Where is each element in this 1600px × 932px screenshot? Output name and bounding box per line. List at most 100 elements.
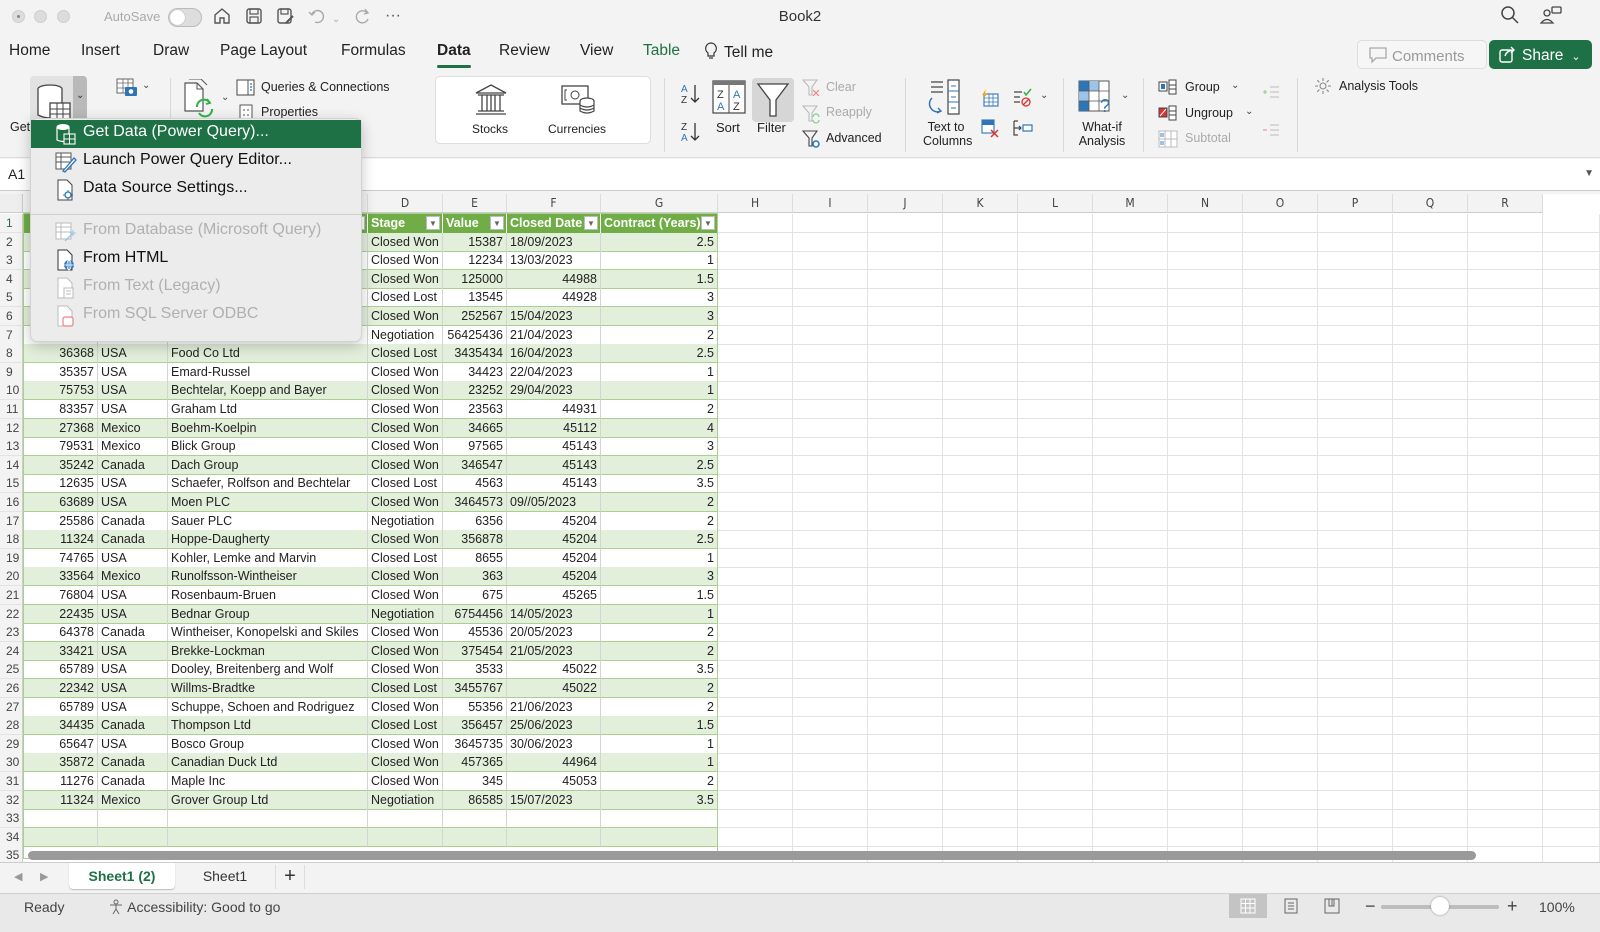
empty-cell[interactable] (1168, 381, 1243, 401)
cell-c[interactable]: Kohler, Lemke and Marvin (168, 548, 368, 568)
row-header[interactable]: 34 (0, 827, 23, 847)
empty-cell[interactable] (1468, 325, 1543, 345)
empty-cell[interactable] (1468, 530, 1543, 550)
cell-contract[interactable]: 1 (601, 381, 718, 401)
text-to-columns-icon[interactable] (923, 78, 963, 123)
cell-a[interactable]: 11324 (23, 530, 98, 550)
empty-cell[interactable] (1318, 325, 1393, 345)
cell-b[interactable]: USA (98, 660, 168, 680)
empty-cell[interactable] (1468, 734, 1543, 754)
empty-cell[interactable] (943, 269, 1018, 289)
empty-cell[interactable] (1243, 660, 1318, 680)
sheet-tab-sheet1[interactable]: Sheet1 (180, 863, 270, 889)
empty-cell[interactable] (1243, 269, 1318, 289)
empty-cell[interactable] (943, 679, 1018, 698)
empty-cell[interactable] (1468, 344, 1543, 364)
cell-value[interactable]: 23252 (443, 381, 507, 401)
what-if-dropdown-icon[interactable]: ⌄ (1121, 90, 1129, 101)
empty-cell[interactable] (793, 567, 868, 587)
stocks-button[interactable]: Stocks (472, 122, 508, 136)
cell-date[interactable]: 45022 (507, 679, 601, 698)
cell-contract[interactable]: 1 (601, 548, 718, 568)
cell-value[interactable]: 6356 (443, 511, 507, 531)
cell-stage[interactable]: Closed Won (368, 772, 443, 791)
empty-cell[interactable] (1468, 772, 1543, 791)
empty-cell[interactable] (1543, 623, 1600, 643)
empty-cell[interactable] (1393, 251, 1468, 271)
cell-c[interactable]: Brekke-Lockman (168, 641, 368, 661)
empty-cell[interactable] (1018, 214, 1093, 233)
cell-date[interactable]: 15/04/2023 (507, 307, 601, 326)
cell-b[interactable]: Canada (98, 716, 168, 736)
empty-cell[interactable] (1393, 716, 1468, 736)
column-header-g[interactable]: G (601, 194, 718, 213)
empty-cell[interactable] (1243, 437, 1318, 457)
empty-cell[interactable] (1018, 269, 1093, 289)
empty-cell[interactable] (1243, 214, 1318, 233)
cell-contract[interactable]: 2 (601, 697, 718, 717)
subtotal-button[interactable]: Subtotal (1185, 131, 1231, 145)
cell-value[interactable]: 6754456 (443, 604, 507, 624)
empty-cell[interactable] (793, 437, 868, 457)
cell-date[interactable]: 30/06/2023 (507, 734, 601, 754)
empty-cell[interactable] (793, 474, 868, 494)
empty-cell[interactable] (1393, 493, 1468, 512)
empty-cell[interactable] (1318, 214, 1393, 233)
empty-cell[interactable] (943, 381, 1018, 401)
empty-cell[interactable] (943, 325, 1018, 345)
empty-cell[interactable] (1318, 269, 1393, 289)
empty-cell[interactable] (793, 827, 868, 847)
empty-cell[interactable] (1543, 790, 1600, 810)
empty-cell[interactable] (1093, 716, 1168, 736)
empty-cell[interactable] (1318, 753, 1393, 773)
row-header[interactable]: 3 (0, 251, 23, 271)
empty-cell[interactable] (868, 269, 943, 289)
cell-c[interactable]: Schaefer, Rolfson and Bechtelar (168, 474, 368, 494)
cell-c[interactable] (168, 827, 368, 847)
empty-cell[interactable] (1093, 567, 1168, 587)
empty-cell[interactable] (1018, 827, 1093, 847)
cell-a[interactable]: 65789 (23, 697, 98, 717)
currencies-icon[interactable] (560, 83, 596, 120)
empty-cell[interactable] (1168, 269, 1243, 289)
empty-cell[interactable] (943, 288, 1018, 308)
empty-cell[interactable] (1393, 604, 1468, 624)
cell-date[interactable]: 14/05/2023 (507, 604, 601, 624)
empty-cell[interactable] (1393, 567, 1468, 587)
empty-cell[interactable] (943, 455, 1018, 475)
empty-cell[interactable] (793, 623, 868, 643)
cell-value[interactable]: 457365 (443, 753, 507, 773)
empty-cell[interactable] (943, 530, 1018, 550)
empty-cell[interactable] (1168, 734, 1243, 754)
cell-date[interactable]: 44964 (507, 753, 601, 773)
empty-cell[interactable] (868, 288, 943, 308)
sort-ascending-icon[interactable]: AZ (680, 82, 702, 111)
empty-cell[interactable] (1318, 493, 1393, 512)
empty-cell[interactable] (1093, 548, 1168, 568)
column-header-n[interactable]: N (1168, 194, 1243, 213)
cell-date[interactable]: 21/05/2023 (507, 641, 601, 661)
cell-c[interactable]: Blick Group (168, 437, 368, 457)
row-header[interactable]: 14 (0, 455, 23, 475)
empty-cell[interactable] (1393, 679, 1468, 698)
tab-formulas[interactable]: Formulas (341, 42, 406, 60)
empty-cell[interactable] (868, 251, 943, 271)
empty-cell[interactable] (943, 474, 1018, 494)
cell-stage[interactable]: Closed Won (368, 362, 443, 382)
empty-cell[interactable] (1093, 381, 1168, 401)
cell-contract[interactable]: 1 (601, 362, 718, 382)
empty-cell[interactable] (793, 548, 868, 568)
empty-cell[interactable] (1318, 548, 1393, 568)
empty-cell[interactable] (1318, 623, 1393, 643)
empty-cell[interactable] (793, 344, 868, 364)
empty-cell[interactable] (718, 418, 793, 438)
empty-cell[interactable] (943, 772, 1018, 791)
cell-date[interactable]: 16/04/2023 (507, 344, 601, 364)
empty-cell[interactable] (1018, 474, 1093, 494)
empty-cell[interactable] (1018, 548, 1093, 568)
add-sheet-button[interactable]: + (275, 865, 305, 889)
empty-cell[interactable] (1243, 567, 1318, 587)
redo-icon[interactable] (352, 6, 372, 30)
cell-a[interactable]: 63689 (23, 493, 98, 512)
page-break-view-button[interactable] (1313, 894, 1351, 918)
